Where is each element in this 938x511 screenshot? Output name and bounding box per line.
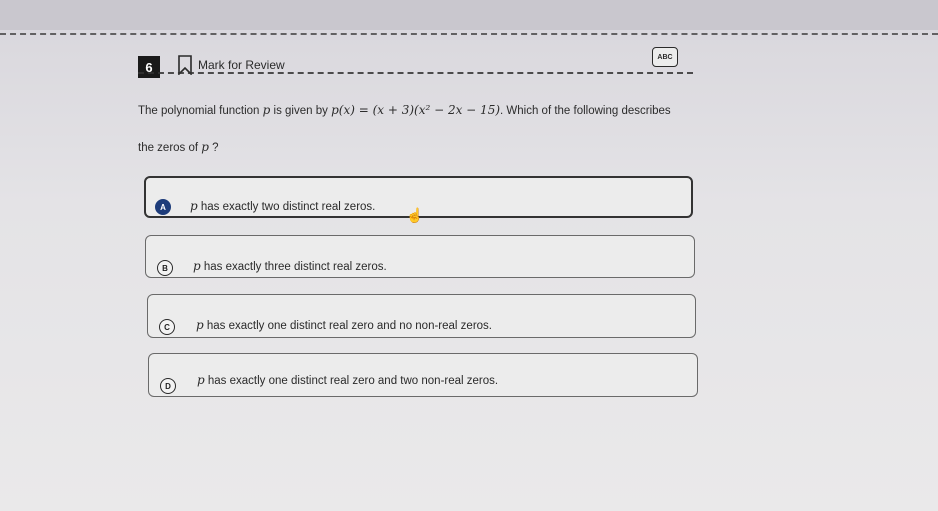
question-number: 6 (138, 56, 160, 78)
choice-b-badge: B (157, 260, 173, 276)
choice-d-label: has exactly one distinct real zero and t… (204, 375, 499, 387)
choice-c-label: has exactly one distinct real zero and n… (203, 320, 492, 332)
question-text-part: is given by (270, 105, 332, 117)
question-text-part: The polynomial function (138, 105, 263, 117)
choice-a-text: p has exactly two distinct real zeros. (190, 199, 375, 213)
choice-d-text: p has exactly one distinct real zero and… (197, 373, 498, 387)
choice-c-badge: C (159, 319, 175, 335)
question-text-part: ? (208, 142, 219, 154)
mark-for-review-button[interactable]: Mark for Review (198, 58, 285, 72)
question-text-part: the zeros of (138, 142, 202, 154)
hand-cursor-icon: ☝ (406, 207, 424, 223)
choice-d-badge: D (160, 378, 176, 394)
variable-p: p (190, 199, 198, 213)
variable-p: p (196, 318, 204, 332)
choice-b-text: p has exactly three distinct real zeros. (193, 259, 387, 273)
choice-a-label: has exactly two distinct real zeros. (197, 201, 376, 213)
top-bar (0, 0, 938, 30)
variable-p: p (201, 140, 209, 154)
abc-label: ABC (657, 53, 673, 61)
choice-c-text: p has exactly one distinct real zero and… (196, 318, 492, 332)
header-divider (0, 33, 938, 35)
abc-eliminate-button[interactable]: ABC (652, 47, 678, 67)
question-divider (138, 72, 693, 74)
choice-a-badge: A (155, 199, 171, 215)
variable-p: p (197, 373, 205, 387)
question-text: The polynomial function p is given by p(… (138, 92, 698, 166)
variable-p: p (193, 259, 201, 273)
choice-b-label: has exactly three distinct real zeros. (200, 261, 387, 273)
polynomial-formula: p(x) = (x + 3)(x² − 2x − 15) (331, 103, 501, 117)
question-text-part: . Which of the following describes (500, 105, 671, 117)
